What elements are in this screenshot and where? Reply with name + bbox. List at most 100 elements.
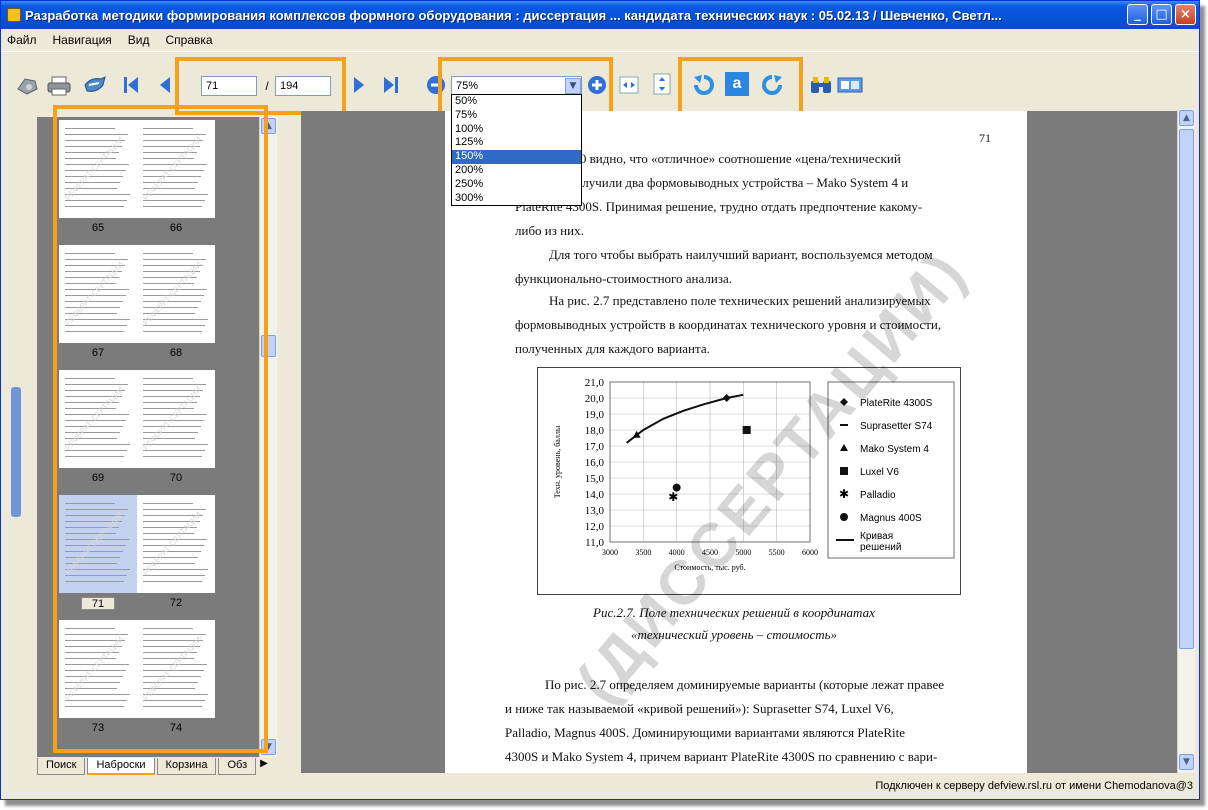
save-icon[interactable] (81, 74, 109, 98)
app-icon (7, 8, 21, 22)
menu-navigation[interactable]: Навигация (53, 33, 112, 47)
thumbnail-text-line (143, 557, 198, 558)
thumbnail-text-line (143, 301, 201, 302)
document-scrollbar[interactable]: ▲ ▼ (1177, 109, 1195, 773)
x-tick-label: 3000 (602, 548, 618, 557)
scroll-thumb[interactable] (261, 335, 276, 357)
zoom-option-highlighted[interactable]: 150% (452, 150, 581, 164)
scroll-down-icon[interactable]: ▼ (1179, 754, 1194, 770)
zoom-in-icon[interactable] (586, 74, 608, 96)
thumbnail-watermark: РЕФЕРАТ-СЕРТАЦИИ (141, 634, 204, 703)
close-button[interactable]: × (1175, 4, 1196, 25)
tab-overview[interactable]: Обз (218, 758, 257, 775)
thumbnail-page-74[interactable]: РЕФЕРАТ-СЕРТАЦИИ (137, 620, 215, 718)
thumbnail-page-71[interactable]: РЕФЕРАТ-СЕРТАЦИИ (59, 495, 137, 593)
y-tick-label: 15,0 (585, 473, 605, 485)
next-page-icon[interactable] (351, 72, 367, 98)
thumbnail-text-line (143, 700, 205, 701)
last-page-icon[interactable] (381, 72, 401, 98)
title-bar[interactable]: Разработка методики формирования комплек… (1, 1, 1199, 29)
thumbnail-text-line (143, 450, 205, 451)
zoom-option[interactable]: 125% (452, 136, 581, 150)
thumbnail-text-line (143, 426, 201, 427)
viewer-window: Разработка методики формирования комплек… (0, 0, 1200, 800)
thumbnail-text-line (65, 301, 123, 302)
thumbnail-page-number: 73 (91, 722, 105, 734)
tab-search[interactable]: Поиск (37, 758, 86, 775)
prev-page-icon[interactable] (157, 72, 173, 98)
thumbnail-page-66[interactable]: РЕФЕРАТ-СЕРТАЦИИ (137, 120, 215, 218)
thumbnail-text-line (143, 253, 193, 254)
thumbnail-text-line (65, 581, 124, 582)
thumbnail-page-number: 69 (91, 472, 105, 484)
scroll-down-icon[interactable]: ▼ (261, 739, 276, 755)
decision-curve (626, 393, 744, 444)
thumbnail-text-line (143, 307, 198, 308)
scroll-up-icon[interactable]: ▲ (261, 118, 276, 134)
thumbnail-page-number: 65 (91, 222, 105, 234)
thumbnail-text-line (143, 551, 201, 552)
thumbnail-text-line (65, 307, 120, 308)
thumbnail-text-line (143, 682, 198, 683)
thumbnail-text-line (143, 432, 198, 433)
thumbnail-page-68[interactable]: РЕФЕРАТ-СЕРТАЦИИ (137, 245, 215, 343)
zoom-options-list[interactable]: 50% 75% 100% 125% 150% 200% 250% 300% (451, 94, 582, 207)
side-strip (1, 109, 29, 781)
zoom-option[interactable]: 200% (452, 164, 581, 178)
fit-height-icon[interactable] (651, 72, 673, 96)
thumbnail-text-line (65, 456, 124, 457)
thumbnail-text-line (65, 706, 124, 707)
side-panel-toggle[interactable] (11, 387, 21, 517)
legend-marker: ✱ (839, 487, 849, 501)
fit-width-icon[interactable] (618, 74, 640, 96)
thumbnail-watermark: РЕФЕРАТ-СЕРТАЦИИ (141, 384, 204, 453)
rotate-left-icon[interactable] (691, 72, 717, 98)
zoom-option[interactable]: 100% (452, 123, 581, 137)
zoom-select[interactable]: 75% (451, 76, 582, 96)
thumbnail-page-67[interactable]: РЕФЕРАТ-СЕРТАЦИИ (59, 245, 137, 343)
thumbnail-page-70[interactable]: РЕФЕРАТ-СЕРТАЦИИ (137, 370, 215, 468)
minimize-button[interactable]: _ (1127, 4, 1148, 25)
thumbnail-scrollbar[interactable]: ▲ ▼ (259, 117, 277, 757)
scroll-up-icon[interactable]: ▲ (1179, 110, 1194, 126)
thumbnail-text-line (65, 450, 127, 451)
thumbnail-text-line (143, 706, 202, 707)
tab-thumbnails[interactable]: Наброски (87, 758, 155, 775)
zoom-option[interactable]: 250% (452, 178, 581, 192)
text-mode-icon[interactable]: a (725, 72, 749, 96)
maximize-button[interactable]: □ (1151, 4, 1172, 25)
y-tick-label: 21,0 (585, 377, 605, 389)
view-icon[interactable] (15, 74, 39, 98)
rotate-right-icon[interactable] (759, 72, 785, 98)
first-page-icon[interactable] (121, 72, 141, 98)
menu-help[interactable]: Справка (166, 33, 213, 47)
thumbnail-text-line (143, 206, 202, 207)
thumbnail-page-72[interactable]: РЕФЕРАТ-СЕРТАЦИИ (137, 495, 215, 593)
zoom-option[interactable]: 75% (452, 109, 581, 123)
page-number-input[interactable]: 71 (201, 76, 257, 96)
print-icon[interactable] (45, 74, 73, 98)
thumbnail-page-69[interactable]: РЕФЕРАТ-СЕРТАЦИИ (59, 370, 137, 468)
thumbnail-page-65[interactable]: РЕФЕРАТ-СЕРТАЦИИ (59, 120, 137, 218)
thumbnail-text-line (143, 176, 201, 177)
thumbnail-page-73[interactable]: РЕФЕРАТ-СЕРТАЦИИ (59, 620, 137, 718)
menu-view[interactable]: Вид (128, 33, 150, 47)
zoom-option[interactable]: 300% (452, 192, 581, 206)
zoom-out-icon[interactable] (425, 74, 447, 96)
zoom-option[interactable]: 50% (452, 95, 581, 109)
compare-icon[interactable] (837, 74, 863, 96)
binoculars-icon[interactable] (809, 74, 833, 96)
y-tick-label: 17,0 (585, 441, 605, 453)
tab-basket[interactable]: Корзина (156, 758, 217, 775)
zoom-dropdown-arrow-icon[interactable]: ▼ (565, 78, 581, 94)
tabs-scroll-right-icon[interactable]: ▶ (260, 758, 268, 775)
page-separator: / (265, 79, 269, 93)
y-tick-label: 18,0 (585, 425, 605, 437)
data-point (672, 483, 681, 492)
y-axis-label: Техн. уровень, баллы (553, 425, 562, 498)
paragraph-line: Для того чтобы выбрать наилучший вариант… (549, 247, 933, 262)
scroll-thumb[interactable] (1179, 129, 1194, 649)
y-tick-label: 16,0 (585, 457, 605, 469)
menu-file[interactable]: Файл (7, 33, 37, 47)
x-tick-label: 3500 (635, 548, 651, 557)
